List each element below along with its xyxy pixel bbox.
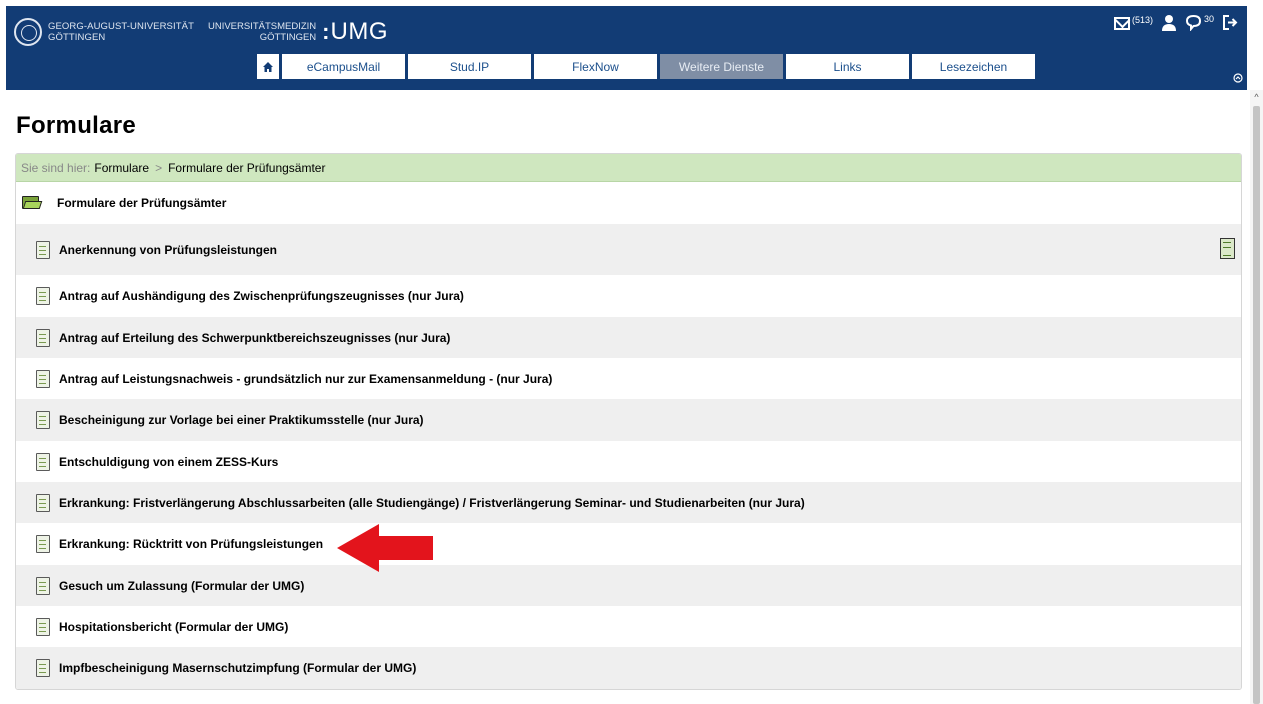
document-icon <box>36 240 50 259</box>
mail-icon <box>1113 17 1130 30</box>
scroll-thumb[interactable] <box>1253 106 1260 704</box>
document-link[interactable]: Entschuldigung von einem ZESS-Kurs <box>59 455 278 469</box>
header-bar: GEORG-AUGUST-UNIVERSITÄT GÖTTINGEN UNIVE… <box>6 6 1247 90</box>
document-link[interactable]: Bescheinigung zur Vorlage bei einer Prak… <box>59 413 424 427</box>
nav-weitere-dienste[interactable]: Weitere Dienste <box>660 54 783 79</box>
nav-links[interactable]: Links <box>786 54 909 79</box>
document-icon <box>36 535 50 553</box>
umg-name-line1: UNIVERSITÄTSMEDIZIN <box>207 21 317 32</box>
document-row[interactable]: Erkrankung: Fristverlängerung Abschlussa… <box>16 482 1241 523</box>
umg-name: UNIVERSITÄTSMEDIZIN GÖTTINGEN <box>208 21 316 43</box>
page-title: Formulare <box>16 112 137 139</box>
logout-button[interactable] <box>1222 14 1239 31</box>
breadcrumb: Sie sind hier: Formulare > Formulare der… <box>16 154 1241 182</box>
document-row[interactable]: Bescheinigung zur Vorlage bei einer Prak… <box>16 399 1241 441</box>
document-link[interactable]: Erkrankung: Fristverlängerung Abschlussa… <box>59 496 805 510</box>
user-button[interactable] <box>1161 14 1177 31</box>
nav-home[interactable] <box>257 54 279 79</box>
document-link[interactable]: Anerkennung von Prüfungsleistungen <box>59 243 277 257</box>
spreadsheet-icon[interactable] <box>1220 238 1235 259</box>
nav-ecampusmail[interactable]: eCampusMail <box>282 54 405 79</box>
document-link[interactable]: Hospitationsbericht (Formular der UMG) <box>59 620 288 634</box>
document-icon <box>36 617 50 636</box>
folder-row[interactable]: Formulare der Prüfungsämter <box>16 182 1241 224</box>
university-name-line1: GEORG-AUGUST-UNIVERSITÄT <box>48 21 194 32</box>
chat-icon <box>1185 14 1201 31</box>
breadcrumb-prefix: Sie sind hier: <box>21 160 91 175</box>
logout-icon <box>1223 15 1238 30</box>
document-icon <box>36 369 50 388</box>
document-icon <box>36 576 50 595</box>
document-icon <box>36 411 50 429</box>
university-name: GEORG-AUGUST-UNIVERSITÄT GÖTTINGEN <box>48 21 194 43</box>
university-name-line2: GÖTTINGEN <box>48 32 106 43</box>
red-arrow-icon <box>337 524 433 572</box>
document-row[interactable]: Erkrankung: Rücktritt von Prüfungsleistu… <box>16 523 1241 565</box>
document-link[interactable]: Impfbescheinigung Masernschutzimpfung (F… <box>59 661 416 675</box>
chat-button[interactable]: 30 <box>1185 14 1214 31</box>
scroll-up-icon[interactable]: ^ <box>1250 90 1263 104</box>
top-icons: (513) 30 <box>1113 14 1239 31</box>
umg-logo-mark: : <box>322 19 329 44</box>
document-icon <box>36 493 50 512</box>
umg-name-line2: GÖTTINGEN <box>259 32 317 43</box>
document-row[interactable]: Anerkennung von Prüfungsleistungen <box>16 224 1241 275</box>
forms-panel: Sie sind hier: Formulare > Formulare der… <box>15 153 1242 690</box>
nav-flexnow[interactable]: FlexNow <box>534 54 657 79</box>
breadcrumb-separator: > <box>155 160 163 175</box>
university-seal-icon <box>14 18 42 46</box>
collapse-icon[interactable] <box>1233 73 1243 86</box>
main-nav: eCampusMail Stud.IP FlexNow Weitere Dien… <box>257 54 1035 79</box>
document-row[interactable]: Impfbescheinigung Masernschutzimpfung (F… <box>16 647 1241 689</box>
document-icon <box>36 659 50 677</box>
folder-open-icon <box>22 196 43 210</box>
document-row[interactable]: Gesuch um Zulassung (Formular der UMG) <box>16 565 1241 606</box>
university-logo[interactable]: GEORG-AUGUST-UNIVERSITÄT GÖTTINGEN UNIVE… <box>14 12 388 52</box>
document-icon <box>36 452 50 471</box>
user-icon <box>1161 15 1176 31</box>
nav-lesezeichen[interactable]: Lesezeichen <box>912 54 1035 79</box>
document-link[interactable]: Erkrankung: Rücktritt von Prüfungsleistu… <box>59 537 323 551</box>
umg-logo-text: UMG <box>330 18 388 45</box>
document-row[interactable]: Antrag auf Leistungsnachweis - grundsätz… <box>16 358 1241 399</box>
document-row[interactable]: Antrag auf Erteilung des Schwerpunktbere… <box>16 317 1241 358</box>
breadcrumb-item-pruefungsaemter[interactable]: Formulare der Prüfungsämter <box>168 161 325 175</box>
mail-button[interactable]: (513) <box>1113 15 1153 30</box>
document-row[interactable]: Hospitationsbericht (Formular der UMG) <box>16 606 1241 647</box>
document-icon <box>36 287 50 305</box>
document-icon <box>36 328 50 347</box>
vertical-scrollbar[interactable]: ^ <box>1250 90 1263 704</box>
document-link[interactable]: Antrag auf Erteilung des Schwerpunktbere… <box>59 331 450 345</box>
breadcrumb-item-formulare[interactable]: Formulare <box>94 161 149 175</box>
document-row[interactable]: Entschuldigung von einem ZESS-Kurs <box>16 441 1241 482</box>
mail-count: (513) <box>1131 15 1153 25</box>
document-row[interactable]: Antrag auf Aushändigung des Zwischenprüf… <box>16 275 1241 317</box>
folder-label: Formulare der Prüfungsämter <box>57 196 227 210</box>
document-link[interactable]: Gesuch um Zulassung (Formular der UMG) <box>59 579 304 593</box>
nav-studip[interactable]: Stud.IP <box>408 54 531 79</box>
document-link[interactable]: Antrag auf Leistungsnachweis - grundsätz… <box>59 372 552 386</box>
document-link[interactable]: Antrag auf Aushändigung des Zwischenprüf… <box>59 289 464 303</box>
home-icon <box>263 61 273 72</box>
message-count: 30 <box>1203 14 1214 24</box>
